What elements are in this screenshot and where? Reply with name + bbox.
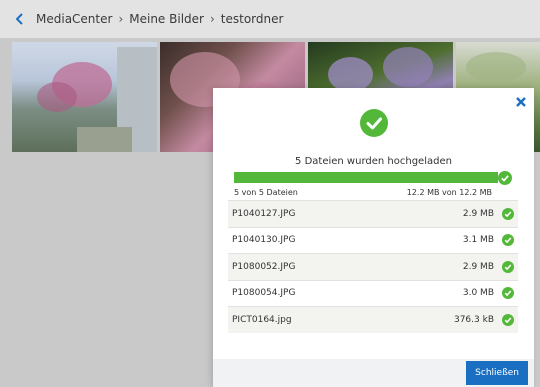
breadcrumb-separator: ›: [118, 12, 124, 26]
breadcrumb-item-mediacenter[interactable]: MediaCenter: [36, 12, 112, 26]
file-row: P1040130.JPG 3.1 MB: [228, 226, 518, 254]
check-circle-icon: [502, 234, 514, 247]
check-circle-icon: [502, 313, 514, 326]
file-size: 3.1 MB: [462, 235, 494, 246]
file-size: 3.0 MB: [462, 288, 494, 299]
breadcrumb-item-testordner[interactable]: testordner: [221, 12, 284, 26]
upload-progress-bar: [234, 172, 498, 183]
close-icon[interactable]: [514, 96, 528, 110]
upload-file-count: 5 von 5 Dateien: [234, 188, 298, 197]
file-size: 376.3 kB: [453, 314, 494, 325]
file-name: P1080052.JPG: [232, 261, 296, 272]
file-name: P1040127.JPG: [232, 208, 296, 219]
check-circle-icon: [502, 260, 514, 273]
upload-progress-fill: [234, 172, 498, 183]
photo-thumbnail[interactable]: [12, 42, 157, 152]
breadcrumb-separator: ›: [209, 12, 215, 26]
breadcrumb-item-meine-bilder[interactable]: Meine Bilder: [129, 12, 204, 26]
uploaded-file-list: P1040127.JPG 2.9 MB P1040130.JPG 3.1 MB …: [228, 200, 518, 333]
file-name: P1080054.JPG: [232, 288, 296, 299]
file-size: 2.9 MB: [462, 261, 494, 272]
check-circle-icon: [502, 287, 514, 300]
file-row: P1040127.JPG 2.9 MB: [228, 200, 518, 227]
success-check-icon: [360, 109, 388, 137]
dialog-footer: Schließen: [213, 359, 534, 387]
close-button[interactable]: Schließen: [466, 361, 528, 385]
back-chevron-icon[interactable]: [12, 9, 28, 29]
check-circle-icon: [502, 207, 514, 220]
file-size: 2.9 MB: [462, 208, 494, 219]
file-row: PICT0164.jpg 376.3 kB: [228, 306, 518, 333]
file-name: P1040130.JPG: [232, 235, 296, 246]
upload-size-total: 12.2 MB von 12.2 MB: [406, 188, 492, 197]
file-name: PICT0164.jpg: [232, 314, 292, 325]
upload-summary: 5 von 5 Dateien 12.2 MB von 12.2 MB: [234, 188, 492, 197]
upload-status-title: 5 Dateien wurden hochgeladen: [295, 156, 452, 167]
check-circle-icon: [498, 170, 512, 185]
upload-dialog: 5 Dateien wurden hochgeladen 5 von 5 Dat…: [213, 88, 534, 387]
breadcrumb-bar: MediaCenter › Meine Bilder › testordner: [0, 0, 540, 38]
file-row: P1080054.JPG 3.0 MB: [228, 279, 518, 307]
file-row: P1080052.JPG 2.9 MB: [228, 253, 518, 280]
